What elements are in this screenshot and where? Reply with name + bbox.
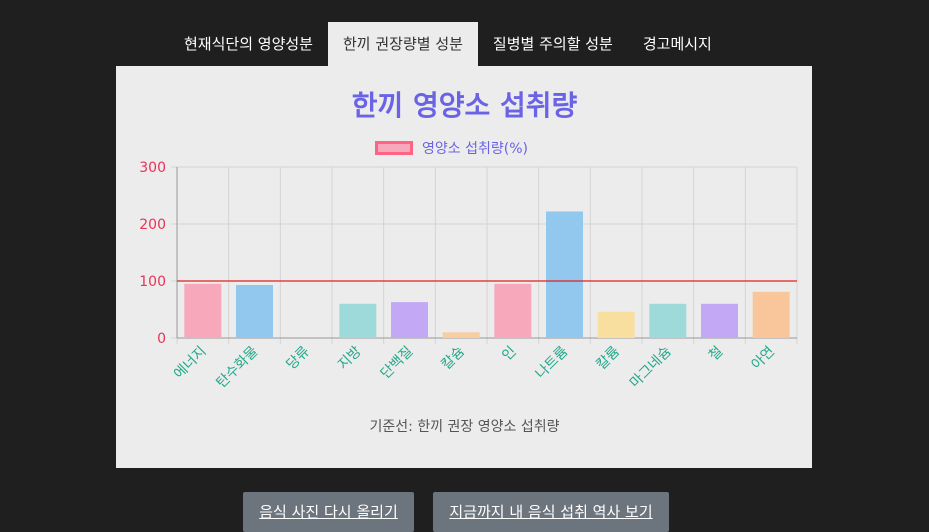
bar bbox=[494, 283, 532, 338]
bar bbox=[184, 283, 222, 338]
bar bbox=[391, 302, 428, 338]
x-tick-label: 칼륨 bbox=[593, 343, 623, 373]
baseline-note: 기준선: 한끼 권장 영양소 섭취량 bbox=[369, 419, 560, 435]
x-tick-label: 마그네슘 bbox=[627, 343, 675, 391]
x-tick-label: 에너지 bbox=[171, 344, 210, 383]
bar bbox=[236, 284, 273, 338]
x-tick-label: 지방 bbox=[335, 343, 365, 373]
y-tick-label: 200 bbox=[139, 217, 166, 233]
bar bbox=[701, 303, 738, 338]
x-tick-label: 탄수화물 bbox=[214, 343, 262, 391]
x-tick-label: 철 bbox=[706, 344, 726, 364]
y-tick-label: 100 bbox=[139, 274, 166, 290]
x-tick-label: 인 bbox=[499, 344, 519, 364]
bar bbox=[597, 311, 635, 338]
reupload-photo-button[interactable]: 음식 사진 다시 올리기 bbox=[243, 492, 414, 532]
bar bbox=[649, 303, 687, 338]
y-tick-label: 0 bbox=[157, 331, 166, 347]
x-tick-label: 칼슘 bbox=[438, 343, 468, 373]
bar bbox=[752, 291, 790, 338]
y-tick-label: 300 bbox=[139, 160, 166, 176]
x-tick-label: 아연 bbox=[748, 344, 778, 374]
x-tick-label: 단백질 bbox=[378, 344, 417, 383]
bar bbox=[546, 211, 583, 338]
bar bbox=[442, 332, 480, 338]
intake-history-button[interactable]: 지금까지 내 음식 섭취 역사 보기 bbox=[433, 492, 669, 532]
bar-chart: 0 100 200 300 에너지 탄수화물 당류 지방 단백질 칼슘 인 나트륨 칼륨 마그네슘 철 아연 bbox=[139, 160, 798, 391]
x-tick-label: 나트륨 bbox=[533, 343, 572, 382]
bar bbox=[339, 303, 377, 338]
x-tick-label: 당류 bbox=[283, 343, 313, 373]
